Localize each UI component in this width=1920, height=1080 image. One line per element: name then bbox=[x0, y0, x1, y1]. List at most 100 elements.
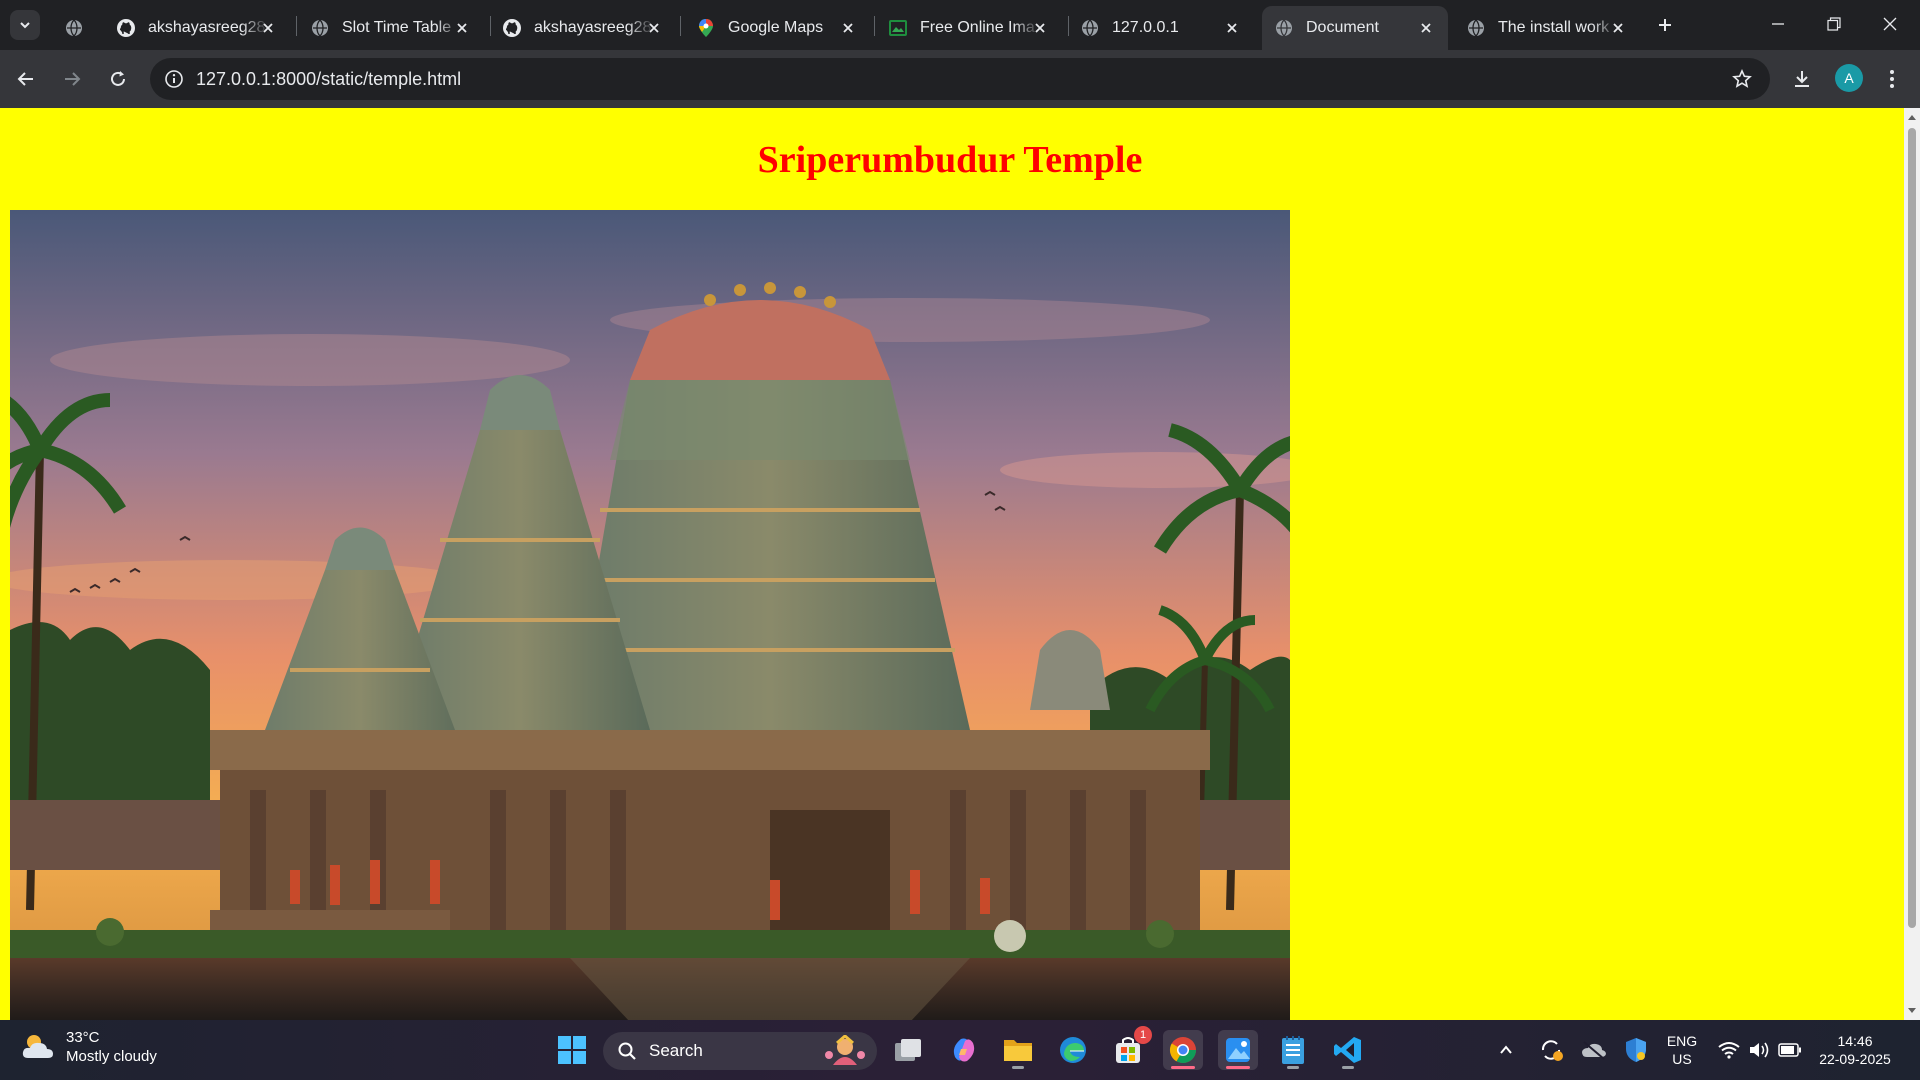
folder-icon bbox=[1004, 1040, 1032, 1061]
downloads-button[interactable] bbox=[1786, 63, 1818, 95]
tab-search-button[interactable] bbox=[10, 10, 40, 40]
browser-toolbar: 127.0.0.1:8000/static/temple.html A bbox=[0, 50, 1920, 108]
close-icon[interactable] bbox=[258, 18, 278, 38]
page-title: Sriperumbudur Temple bbox=[757, 139, 1143, 181]
search-highlight-icon bbox=[825, 1035, 865, 1065]
reload-icon bbox=[111, 71, 125, 86]
address-bar[interactable]: 127.0.0.1:8000/static/temple.html bbox=[150, 58, 1770, 100]
scroll-up-icon[interactable] bbox=[1907, 112, 1917, 122]
new-tab-button[interactable] bbox=[1650, 10, 1680, 40]
bookmark-star-icon[interactable] bbox=[1730, 67, 1754, 91]
weather-condition: Mostly cloudy bbox=[66, 1048, 157, 1065]
weather-widget[interactable]: 33°C Mostly cloudy bbox=[20, 1028, 157, 1066]
clock[interactable]: 14:46 22-09-2025 bbox=[1812, 1032, 1898, 1068]
security-button[interactable] bbox=[1620, 1030, 1652, 1070]
reload-button[interactable] bbox=[102, 63, 134, 95]
sync-status-button[interactable] bbox=[1536, 1030, 1568, 1070]
language-indicator[interactable]: ENG US bbox=[1664, 1032, 1700, 1068]
close-icon[interactable] bbox=[1608, 18, 1628, 38]
tab-title: 127.0.0.1 bbox=[1112, 19, 1179, 36]
tab-3[interactable]: akshayasreeg28 bbox=[490, 6, 676, 50]
minimize-icon bbox=[1772, 23, 1784, 25]
store-button[interactable]: 1 bbox=[1108, 1026, 1152, 1070]
tab-title: akshayasreeg28 bbox=[148, 19, 266, 36]
clock-date: 22-09-2025 bbox=[1819, 1051, 1891, 1067]
language-code: ENG bbox=[1666, 1033, 1698, 1049]
close-icon[interactable] bbox=[1416, 18, 1436, 38]
running-indicator bbox=[1287, 1066, 1299, 1069]
scroll-thumb[interactable] bbox=[1908, 128, 1916, 928]
restore-icon bbox=[1827, 17, 1841, 31]
shield-icon bbox=[1626, 1038, 1646, 1062]
active-indicator bbox=[1171, 1066, 1195, 1069]
chrome-button[interactable] bbox=[1163, 1030, 1203, 1070]
globe-icon bbox=[1274, 18, 1294, 38]
globe-icon bbox=[1080, 18, 1100, 38]
kebab-menu-icon bbox=[1890, 70, 1894, 88]
tab-divider bbox=[874, 16, 875, 36]
tab-active[interactable]: Document bbox=[1262, 6, 1448, 50]
plus-icon bbox=[1659, 19, 1671, 31]
taskbar: 33°C Mostly cloudy Search 1 ENG US 14:46… bbox=[0, 1020, 1920, 1080]
vscode-button[interactable] bbox=[1328, 1030, 1368, 1070]
github-icon bbox=[116, 18, 136, 38]
info-icon[interactable] bbox=[162, 67, 186, 91]
quick-settings-button[interactable] bbox=[1712, 1030, 1808, 1070]
cloudy-weather-icon bbox=[22, 1035, 53, 1058]
notepad-button[interactable] bbox=[1273, 1030, 1313, 1070]
temple-photo bbox=[10, 210, 1290, 1020]
start-button[interactable] bbox=[552, 1030, 592, 1070]
windows-logo-icon bbox=[558, 1036, 586, 1064]
onedrive-button[interactable] bbox=[1578, 1030, 1610, 1070]
tab-6[interactable]: 127.0.0.1 bbox=[1068, 6, 1254, 50]
chrome-icon bbox=[1169, 1037, 1197, 1064]
edge-button[interactable] bbox=[1053, 1030, 1093, 1070]
tab-5[interactable]: Free Online Ima bbox=[876, 6, 1062, 50]
globe-icon bbox=[1466, 18, 1486, 38]
close-icon[interactable] bbox=[644, 18, 664, 38]
close-icon bbox=[1883, 17, 1897, 31]
battery-icon bbox=[1778, 1043, 1801, 1057]
download-icon bbox=[1795, 71, 1809, 87]
chevron-up-icon bbox=[1500, 1045, 1512, 1054]
taskbar-search[interactable]: Search bbox=[603, 1032, 877, 1070]
tab-strip: akshayasreeg28 Slot Time Table akshayasr… bbox=[0, 0, 1920, 50]
close-window-button[interactable] bbox=[1862, 0, 1918, 48]
close-icon[interactable] bbox=[452, 18, 472, 38]
sync-icon bbox=[1541, 1040, 1563, 1061]
tab-2[interactable]: Slot Time Table bbox=[298, 6, 484, 50]
speaker-icon bbox=[1750, 1042, 1769, 1058]
notification-badge: 1 bbox=[1134, 1026, 1152, 1044]
close-icon[interactable] bbox=[1030, 18, 1050, 38]
restore-button[interactable] bbox=[1806, 0, 1862, 48]
file-explorer-button[interactable] bbox=[998, 1030, 1038, 1070]
forward-button[interactable] bbox=[56, 63, 88, 95]
tab-4[interactable]: Google Maps bbox=[684, 6, 870, 50]
task-view-button[interactable] bbox=[888, 1030, 928, 1070]
page-scrollbar[interactable] bbox=[1904, 108, 1920, 1020]
show-hidden-icons-button[interactable] bbox=[1492, 1030, 1520, 1070]
copilot-icon bbox=[953, 1038, 975, 1062]
close-icon[interactable] bbox=[838, 18, 858, 38]
copilot-button[interactable] bbox=[944, 1030, 984, 1070]
active-indicator bbox=[1226, 1066, 1250, 1069]
tab-title: akshayasreeg28 bbox=[534, 19, 652, 36]
tab-pinned[interactable] bbox=[58, 6, 90, 50]
weather-temperature: 33°C bbox=[66, 1029, 100, 1046]
menu-button[interactable] bbox=[1876, 63, 1908, 95]
tab-1[interactable]: akshayasreeg28 bbox=[104, 6, 290, 50]
image-tool-icon bbox=[888, 18, 908, 38]
tab-8[interactable]: The install work bbox=[1454, 6, 1640, 50]
running-indicator bbox=[1012, 1066, 1024, 1069]
url-text[interactable]: 127.0.0.1:8000/static/temple.html bbox=[196, 69, 461, 90]
minimize-button[interactable] bbox=[1750, 0, 1806, 48]
back-button[interactable] bbox=[10, 63, 42, 95]
profile-avatar[interactable]: A bbox=[1835, 64, 1863, 92]
photos-icon bbox=[1226, 1038, 1250, 1062]
scroll-down-icon[interactable] bbox=[1907, 1006, 1917, 1016]
close-icon[interactable] bbox=[1222, 18, 1242, 38]
photos-app-button[interactable] bbox=[1218, 1030, 1258, 1070]
tab-title: Free Online Ima bbox=[920, 19, 1035, 36]
tab-divider bbox=[680, 16, 681, 36]
running-indicator bbox=[1342, 1066, 1354, 1069]
